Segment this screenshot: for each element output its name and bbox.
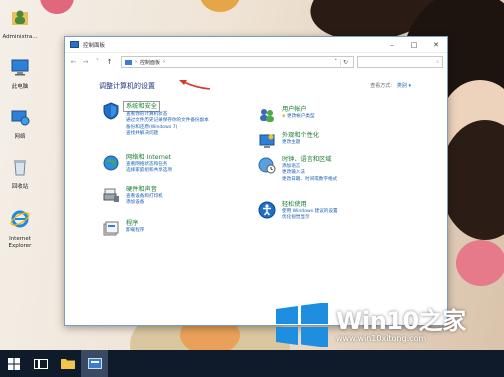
category-link[interactable]: 优化视觉显示 xyxy=(282,215,338,221)
programs-icon xyxy=(103,221,119,236)
start-button[interactable] xyxy=(0,350,27,377)
category-link[interactable]: 添加设备 xyxy=(126,200,163,206)
view-by-label: 查看方式: xyxy=(370,83,392,89)
minimize-button[interactable]: – xyxy=(381,37,403,53)
desktop-icon-network[interactable]: 网络 xyxy=(0,106,40,141)
wallpaper-shape xyxy=(40,0,74,14)
network-globe-icon xyxy=(103,155,119,171)
breadcrumb-separator-icon: › xyxy=(135,59,137,65)
control-panel-window: 控制面板 – □ ✕ ← → ˅ ↑ › 控制面板 › ˅ ↻ ⌕ 调整计算机的… xyxy=(64,36,448,326)
control-panel-content: 调整计算机的设置 查看方式: 类别 ▾ 系统和安全 查看你的计算机状态 通过文件历… xyxy=(65,73,447,325)
shield-icon xyxy=(103,102,119,120)
category-title[interactable]: 网络和 Internet xyxy=(126,153,172,162)
task-view-icon xyxy=(33,358,48,369)
recycle-bin-icon xyxy=(14,160,26,176)
category-title[interactable]: 用户帐户 xyxy=(282,105,315,114)
category-title[interactable]: 轻松使用 xyxy=(282,200,338,209)
desktop-icon-recycle-bin[interactable]: 回收站 xyxy=(0,156,40,191)
taskbar-control-panel[interactable] xyxy=(81,350,108,377)
wallpaper-shape xyxy=(200,0,240,12)
desktop-icon-label: Internet Explorer xyxy=(8,236,32,249)
watermark-brand: Win10之家 xyxy=(336,306,466,335)
category-link[interactable]: 更改主题 xyxy=(282,140,319,146)
category-title[interactable]: 系统和安全 xyxy=(123,101,160,112)
category-link[interactable]: 选择家庭组和共享选项 xyxy=(126,168,172,174)
user-folder-icon xyxy=(12,10,28,25)
control-panel-icon xyxy=(125,59,132,65)
annotation-arrow-icon xyxy=(179,80,211,90)
appearance-icon xyxy=(259,134,275,148)
ease-of-access-icon xyxy=(258,201,276,219)
window-title: 控制面板 xyxy=(83,42,106,49)
search-icon: ⌕ xyxy=(436,59,439,65)
breadcrumb[interactable]: 控制面板 xyxy=(140,59,160,66)
wallpaper-shape xyxy=(456,240,504,286)
view-by: 查看方式: 类别 ▾ xyxy=(370,82,411,89)
category-ease-of-access: 轻松使用 使用 Windows 建议的设置 优化视觉显示 xyxy=(257,200,338,222)
category-link[interactable]: ◈ 更改帐户类型 xyxy=(282,114,315,120)
desktop-icon-computer[interactable]: 此电脑 xyxy=(0,56,40,91)
forward-arrow-icon[interactable]: → xyxy=(81,58,90,66)
taskbar-file-explorer[interactable] xyxy=(54,350,81,377)
users-icon xyxy=(260,109,274,122)
category-link-text: 更改帐户类型 xyxy=(287,114,315,119)
view-by-dropdown[interactable]: 类别 ▾ xyxy=(397,83,411,89)
category-title[interactable]: 外观和个性化 xyxy=(282,131,319,140)
category-title[interactable]: 时钟、语言和区域 xyxy=(282,155,337,164)
desktop-icon-label: 此电脑 xyxy=(11,84,29,90)
search-input[interactable]: ⌕ xyxy=(357,56,443,68)
address-dropdown-icon[interactable]: ˅ xyxy=(335,59,338,65)
desktop-icon-user[interactable]: Administra... xyxy=(0,6,40,41)
category-link[interactable]: 更改日期、时间或数字格式 xyxy=(282,177,337,183)
up-arrow-icon[interactable]: ↑ xyxy=(105,58,114,66)
ie-icon xyxy=(10,210,30,228)
start-icon xyxy=(7,357,20,370)
desktop-icon-label: 回收站 xyxy=(11,184,29,190)
control-panel-icon xyxy=(70,41,79,48)
watermark-url: www.win10xitong.com xyxy=(336,333,427,343)
desktop-icon-label: 网络 xyxy=(14,134,26,140)
category-clock-language-region: 时钟、语言和区域 添加语言 更改输入法 更改日期、时间或数字格式 xyxy=(257,155,337,183)
file-explorer-icon xyxy=(60,359,75,369)
recent-chevron-icon[interactable]: ˅ xyxy=(93,58,102,66)
category-user-accounts: 用户帐户 ◈ 更改帐户类型 xyxy=(257,105,315,125)
task-view-button[interactable] xyxy=(27,350,54,377)
uac-shield-icon: ◈ xyxy=(282,114,286,119)
network-icon xyxy=(11,110,30,126)
clock-globe-icon xyxy=(258,157,276,174)
category-title[interactable]: 硬件和声音 xyxy=(126,185,163,194)
page-title: 调整计算机的设置 xyxy=(99,82,155,90)
address-bar[interactable]: › 控制面板 › ˅ ↻ xyxy=(121,56,354,68)
computer-icon xyxy=(11,59,29,76)
refresh-icon[interactable]: ↻ xyxy=(340,58,350,66)
close-button[interactable]: ✕ xyxy=(425,37,447,53)
breadcrumb-separator-icon: › xyxy=(163,59,166,65)
desktop-icon-label: Administra... xyxy=(2,34,38,40)
category-hardware-sound: 硬件和声音 查看设备和打印机 添加设备 xyxy=(101,185,163,207)
taskbar xyxy=(0,350,504,377)
maximize-button[interactable]: □ xyxy=(403,37,425,53)
category-title[interactable]: 程序 xyxy=(126,219,144,228)
watermark: Win10之家 www.win10xitong.com xyxy=(268,298,504,352)
desktop-icon-ie[interactable]: Internet Explorer xyxy=(0,208,40,250)
address-bar-row: ← → ˅ ↑ › 控制面板 › ˅ ↻ ⌕ xyxy=(65,53,447,71)
control-panel-icon xyxy=(87,358,102,369)
printer-icon xyxy=(103,188,119,202)
category-programs: 程序 卸载程序 xyxy=(101,219,144,239)
title-bar[interactable]: 控制面板 – □ ✕ xyxy=(65,37,447,53)
windows-logo-icon xyxy=(276,303,328,347)
back-arrow-icon[interactable]: ← xyxy=(69,58,78,66)
category-link[interactable]: 卸载程序 xyxy=(126,228,144,234)
category-link[interactable]: 查找并解决问题 xyxy=(126,131,209,137)
category-system-security: 系统和安全 查看你的计算机状态 通过文件历史记录保存你的文件备份副本 备份和还原… xyxy=(101,101,209,137)
category-appearance: 外观和个性化 更改主题 xyxy=(257,131,319,151)
category-network-internet: 网络和 Internet 查看网络状态和任务 选择家庭组和共享选项 xyxy=(101,153,172,175)
